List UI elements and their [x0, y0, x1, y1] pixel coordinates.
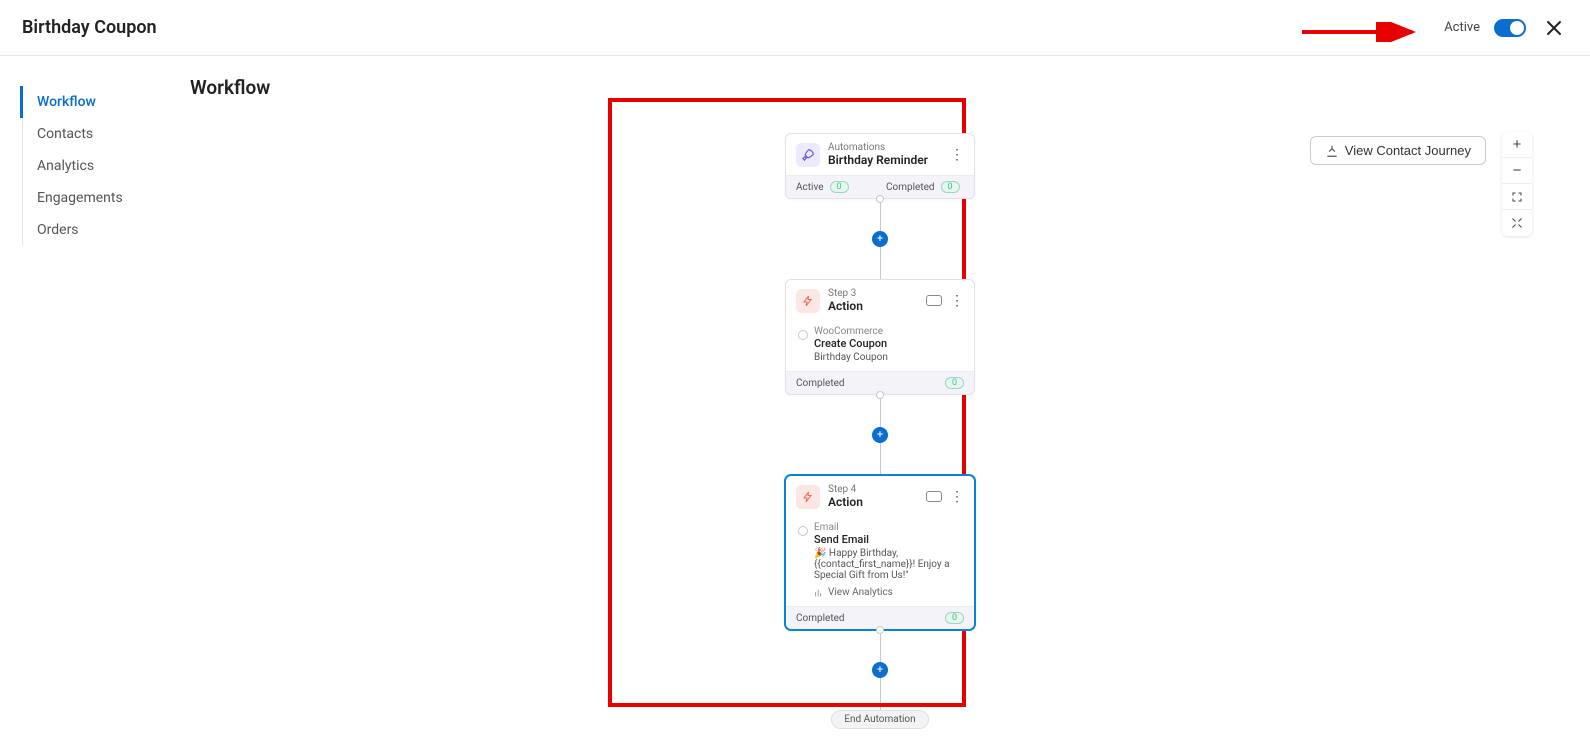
step-superscript: Automations — [828, 142, 928, 153]
expand-icon — [1511, 217, 1523, 229]
journey-icon — [1325, 144, 1339, 158]
connector-dot — [876, 626, 884, 634]
sidebar-item-workflow[interactable]: Workflow — [20, 86, 170, 118]
step-title: Birthday Reminder — [828, 153, 928, 167]
step-menu-button[interactable]: ⋮ — [950, 490, 964, 504]
footer-completed: Completed 0 — [886, 181, 964, 193]
flow-canvas: Automations Birthday Reminder ⋮ Active 0… — [700, 113, 1060, 729]
connector — [880, 199, 881, 231]
connector-dot — [876, 195, 884, 203]
note-icon[interactable] — [926, 491, 942, 502]
sidebar-item-analytics[interactable]: Analytics — [23, 150, 170, 182]
zoom-controls: + − — [1502, 132, 1532, 236]
sidebar-item-contacts[interactable]: Contacts — [23, 118, 170, 150]
active-label: Active — [1444, 20, 1480, 35]
step-menu-button[interactable]: ⋮ — [950, 294, 964, 308]
add-step-button[interactable]: + — [872, 662, 888, 678]
lightning-icon — [796, 485, 820, 509]
section-heading: Workflow — [190, 76, 1570, 99]
page-title: Birthday Coupon — [22, 17, 157, 38]
footer-completed: Completed 0 — [796, 377, 964, 389]
footer-completed: Completed 0 — [796, 612, 964, 624]
step-superscript: Step 4 — [828, 484, 863, 495]
add-step-button[interactable]: + — [872, 231, 888, 247]
segment-value: Create Coupon — [814, 337, 962, 350]
close-button[interactable] — [1540, 14, 1568, 42]
sidebar: Workflow Contacts Analytics Engagements … — [0, 56, 170, 747]
segment-desc: 🎉 Happy Birthday,{{contact_first_name}}!… — [814, 548, 962, 581]
segment-label: WooCommerce — [814, 326, 962, 337]
flow-step-trigger[interactable]: Automations Birthday Reminder ⋮ Active 0… — [785, 133, 975, 199]
connector — [880, 395, 881, 427]
segment-label: Email — [814, 522, 962, 533]
close-icon — [1546, 20, 1562, 36]
badge: 0 — [830, 181, 849, 193]
lightning-icon — [796, 289, 820, 313]
connector-dot — [876, 391, 884, 399]
connector — [880, 678, 881, 710]
badge: 0 — [945, 612, 964, 624]
badge: 0 — [941, 181, 960, 193]
active-toggle[interactable] — [1494, 19, 1526, 37]
connector — [880, 443, 881, 475]
view-analytics-link[interactable]: View Analytics — [814, 587, 962, 598]
zoom-in-button[interactable]: + — [1502, 132, 1532, 158]
topbar: Birthday Coupon Active — [0, 0, 1590, 56]
badge: 0 — [945, 377, 964, 389]
chart-icon — [814, 588, 824, 598]
footer-active: Active 0 — [796, 181, 874, 193]
segment-desc: Birthday Coupon — [814, 352, 962, 363]
sidebar-item-engagements[interactable]: Engagements — [23, 182, 170, 214]
add-step-button[interactable]: + — [872, 427, 888, 443]
zoom-out-button[interactable]: − — [1502, 158, 1532, 184]
step-superscript: Step 3 — [828, 288, 863, 299]
fullscreen-icon — [1511, 191, 1523, 203]
step-title: Action — [828, 299, 863, 313]
step-title: Action — [828, 495, 863, 509]
fullscreen-button[interactable] — [1502, 184, 1532, 210]
sidebar-item-orders[interactable]: Orders — [23, 214, 170, 246]
connector — [880, 247, 881, 279]
note-icon[interactable] — [926, 295, 942, 306]
fit-view-button[interactable] — [1502, 210, 1532, 236]
segment-value: Send Email — [814, 533, 962, 546]
view-contact-journey-button[interactable]: View Contact Journey — [1310, 136, 1486, 165]
rocket-icon — [796, 143, 820, 167]
flow-step-action-email[interactable]: Step 4 Action ⋮ Email Send Email 🎉 Happy… — [785, 475, 975, 630]
connector — [880, 630, 881, 662]
flow-step-action-coupon[interactable]: Step 3 Action ⋮ WooCommerce Create Coupo… — [785, 279, 975, 395]
end-automation-chip: End Automation — [831, 710, 928, 729]
step-menu-button[interactable]: ⋮ — [950, 148, 964, 162]
